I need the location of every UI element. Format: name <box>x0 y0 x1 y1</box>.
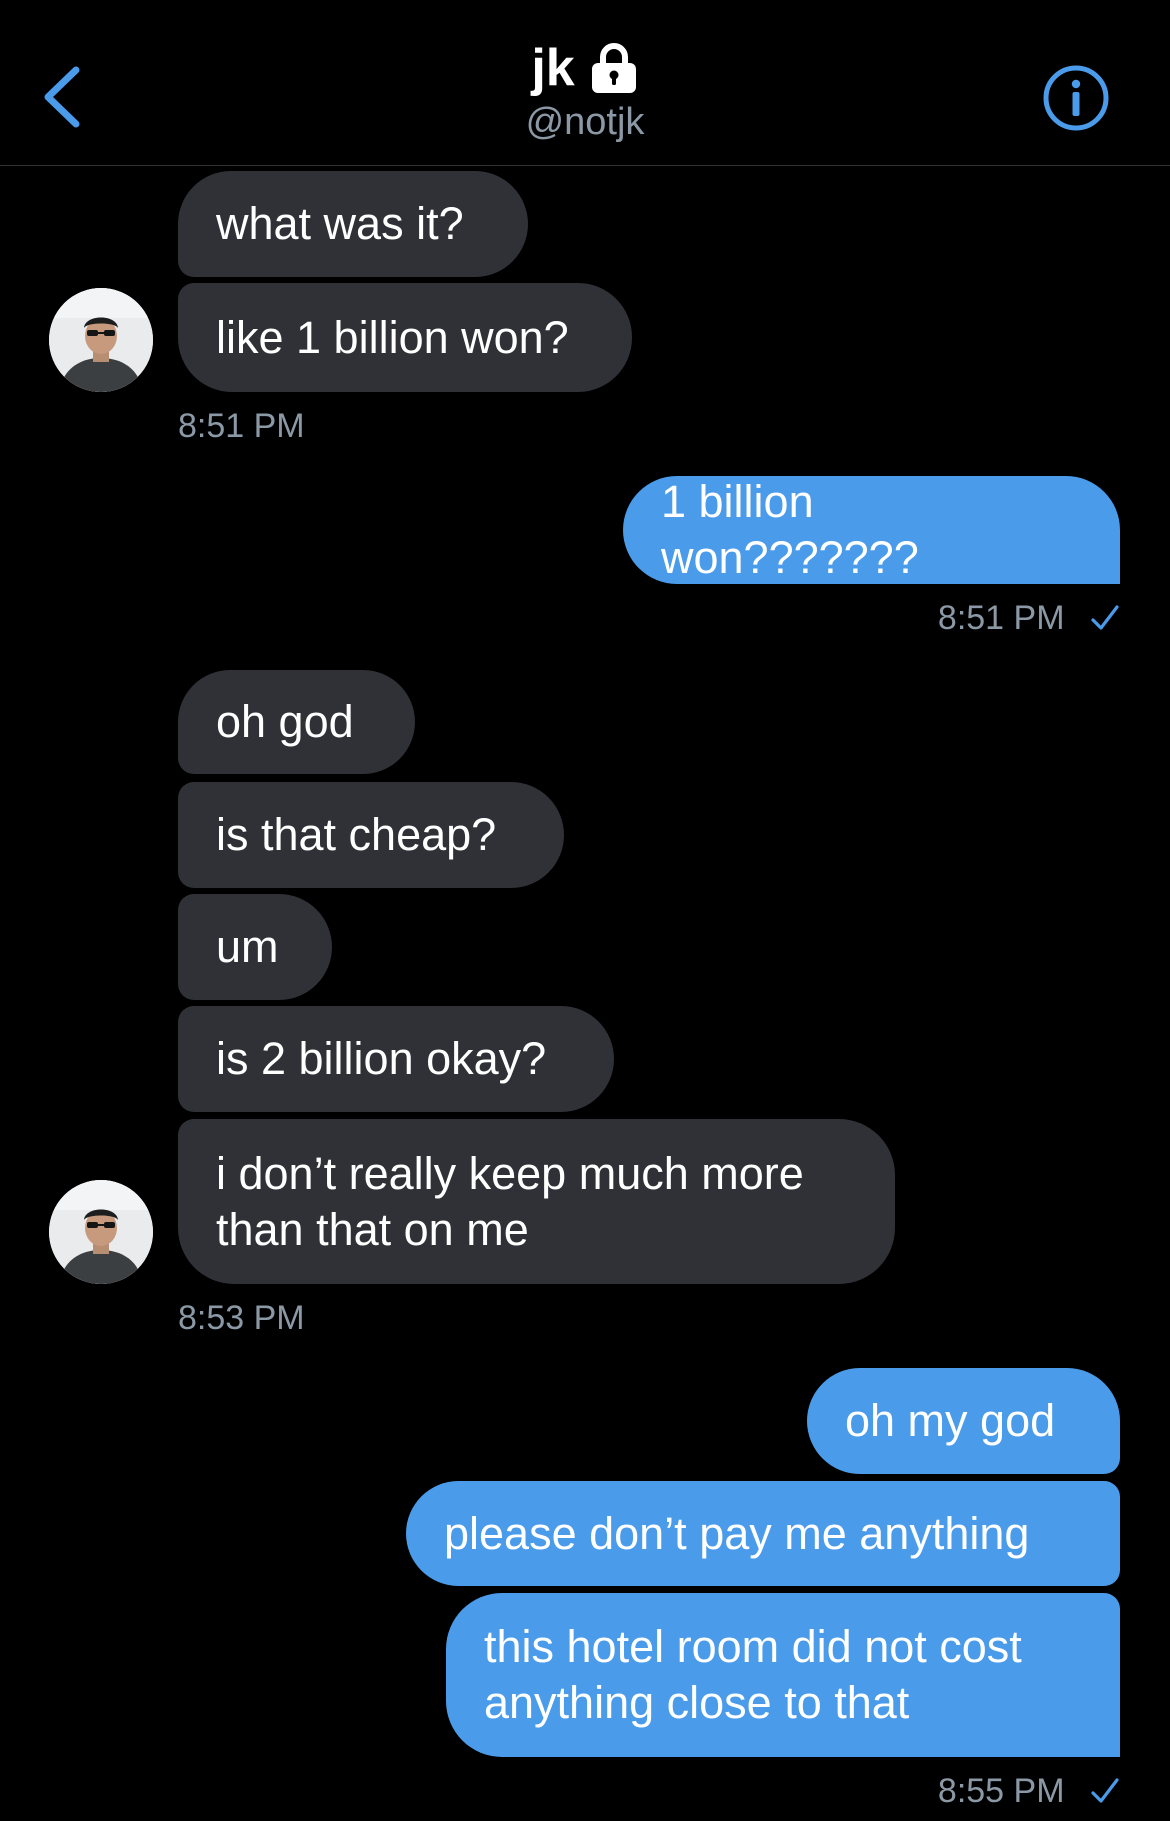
info-button[interactable] <box>1042 64 1110 132</box>
message-bubble-incoming[interactable]: like 1 billion won? <box>178 283 632 392</box>
message-bubble-outgoing[interactable]: please don’t pay me anything <box>406 1481 1120 1586</box>
message-bubble-incoming[interactable]: i don’t really keep much more than that … <box>178 1119 895 1284</box>
message-bubble-incoming[interactable]: oh god <box>178 670 415 774</box>
message-bubble-outgoing[interactable]: oh my god <box>807 1368 1120 1474</box>
info-icon <box>1043 65 1109 131</box>
message-text: i don’t really keep much more than that … <box>216 1147 804 1255</box>
message-text: please don’t pay me anything <box>444 1507 1030 1559</box>
message-text: this hotel room did not cost anything cl… <box>484 1621 1022 1728</box>
checkmark-icon <box>1091 1778 1119 1803</box>
lock-icon <box>591 43 636 93</box>
message-bubble-outgoing[interactable]: 1 billion won??????? <box>623 476 1120 584</box>
avatar-image <box>49 288 153 392</box>
message-text: oh god <box>216 696 354 747</box>
message-text: is 2 billion okay? <box>216 1033 547 1084</box>
avatar-image <box>49 1180 153 1284</box>
avatar[interactable] <box>49 1180 153 1284</box>
message-text: 1 billion won??????? <box>661 476 919 583</box>
checkmark-icon <box>1091 605 1119 630</box>
message-text: is that cheap? <box>216 809 497 860</box>
message-timestamp: 8:53 PM <box>178 1299 305 1337</box>
message-timestamp: 8:55 PM <box>938 1771 1120 1811</box>
message-bubble-incoming[interactable]: is that cheap? <box>178 782 564 888</box>
contact-name: jk <box>531 39 575 97</box>
message-timestamp: 8:51 PM <box>178 407 305 445</box>
conversation-header: jk @notjk <box>0 0 1170 166</box>
avatar[interactable] <box>49 288 153 392</box>
message-text: um <box>216 921 279 972</box>
message-bubble-incoming[interactable]: what was it? <box>178 171 528 277</box>
message-bubble-outgoing[interactable]: this hotel room did not cost anything cl… <box>446 1593 1120 1757</box>
message-bubble-incoming[interactable]: is 2 billion okay? <box>178 1006 614 1112</box>
message-text: like 1 billion won? <box>216 311 569 363</box>
message-text: oh my god <box>845 1395 1056 1446</box>
message-text: what was it? <box>216 198 464 249</box>
message-timestamp: 8:51 PM <box>938 598 1120 638</box>
contact-handle: @notjk <box>525 101 645 143</box>
conversation-title[interactable]: jk @notjk <box>0 38 1170 144</box>
message-bubble-incoming[interactable]: um <box>178 894 332 1000</box>
